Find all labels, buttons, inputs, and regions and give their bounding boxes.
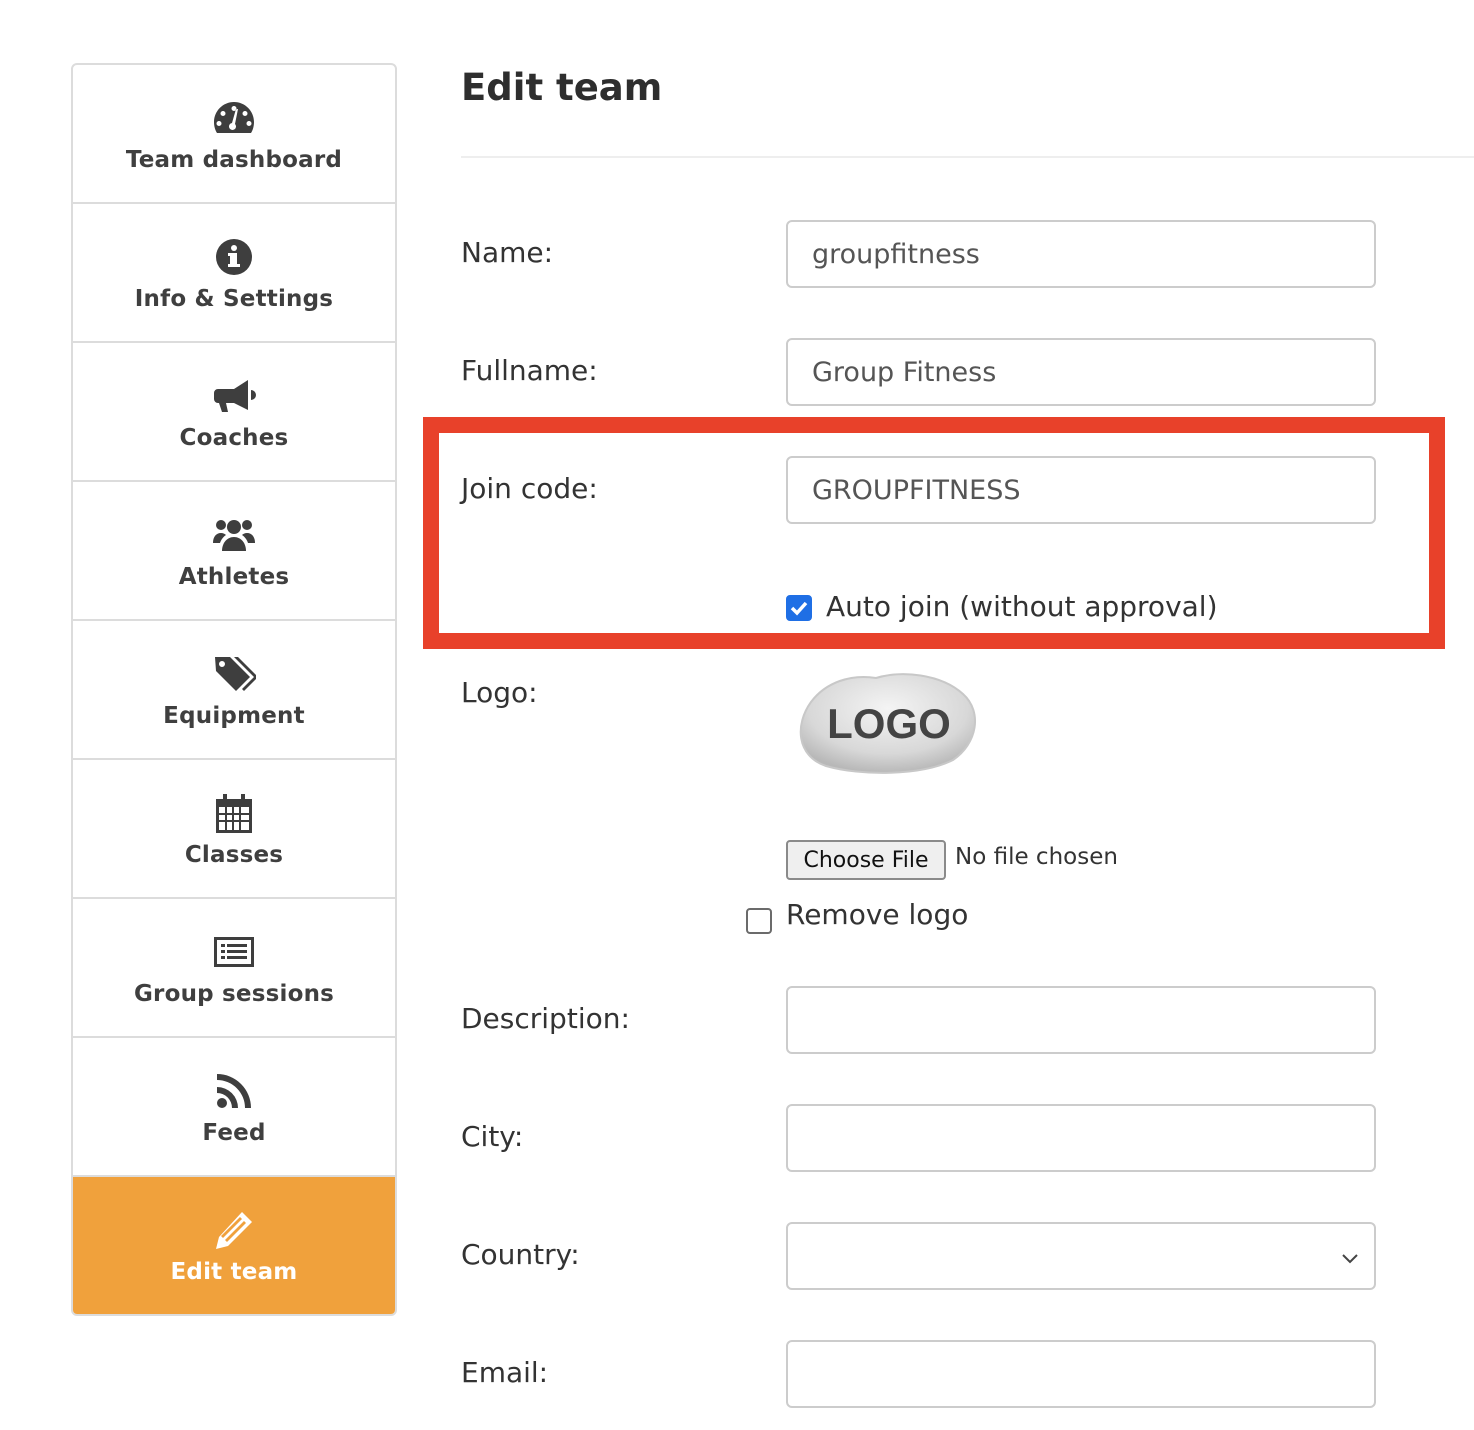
sidebar-item-classes[interactable]: Classes [73,760,395,899]
description-label: Description: [461,1002,630,1035]
sidebar-item-label: Coaches [179,424,289,451]
sidebar-item-label: Athletes [178,563,290,590]
country-label: Country: [461,1238,580,1271]
sidebar-item-equipment[interactable]: Equipment [73,621,395,760]
page-title: Edit team [461,66,663,109]
rss-icon [211,1068,257,1114]
remove-logo-checkbox[interactable] [746,908,772,934]
email-label: Email: [461,1356,549,1389]
file-status-text: No file chosen [955,844,1118,870]
sidebar-item-label: Equipment [163,702,305,729]
logo-text: LOGO [827,700,951,747]
sidebar-item-label: Info & Settings [134,285,334,312]
sidebar-item-label: Classes [184,841,284,868]
sidebar-item-feed[interactable]: Feed [73,1038,395,1177]
sidebar-item-label: Group sessions [133,980,335,1007]
sidebar-item-label: Team dashboard [125,146,343,173]
sidebar-item-athletes[interactable]: Athletes [73,482,395,621]
fullname-input[interactable] [786,338,1376,406]
sidebar-item-group-sessions[interactable]: Group sessions [73,899,395,1038]
list-icon [211,929,257,975]
email-input[interactable] [786,1340,1376,1408]
country-select[interactable] [786,1222,1376,1290]
city-label: City: [461,1120,524,1153]
sidebar-item-coaches[interactable]: Coaches [73,343,395,482]
highlight-box [423,417,1445,649]
tags-icon [211,651,257,697]
info-icon [211,234,257,280]
title-divider [461,156,1474,158]
calendar-icon [211,790,257,836]
dashboard-icon [211,95,257,141]
description-input[interactable] [786,986,1376,1054]
name-label: Name: [461,236,554,269]
logo-label: Logo: [461,676,538,709]
sidebar-item-label: Edit team [170,1258,298,1285]
sidebar-nav: Team dashboard Info & Settings Coaches A… [71,63,397,1316]
choose-file-button[interactable]: Choose File [786,840,946,880]
team-logo-image: LOGO [799,673,977,774]
sidebar-item-edit-team[interactable]: Edit team [73,1177,395,1314]
sidebar-item-label: Feed [202,1119,266,1146]
megaphone-icon [211,373,257,419]
sidebar-item-info-settings[interactable]: Info & Settings [73,204,395,343]
name-input[interactable] [786,220,1376,288]
users-icon [211,512,257,558]
chevron-down-icon [1342,1254,1358,1264]
sidebar-item-team-dashboard[interactable]: Team dashboard [73,65,395,204]
fullname-label: Fullname: [461,354,598,387]
remove-logo-label: Remove logo [786,898,969,931]
pencil-icon [211,1207,257,1253]
city-input[interactable] [786,1104,1376,1172]
main-content: Edit team Name: Fullname: Join code: Aut… [423,0,1474,1430]
